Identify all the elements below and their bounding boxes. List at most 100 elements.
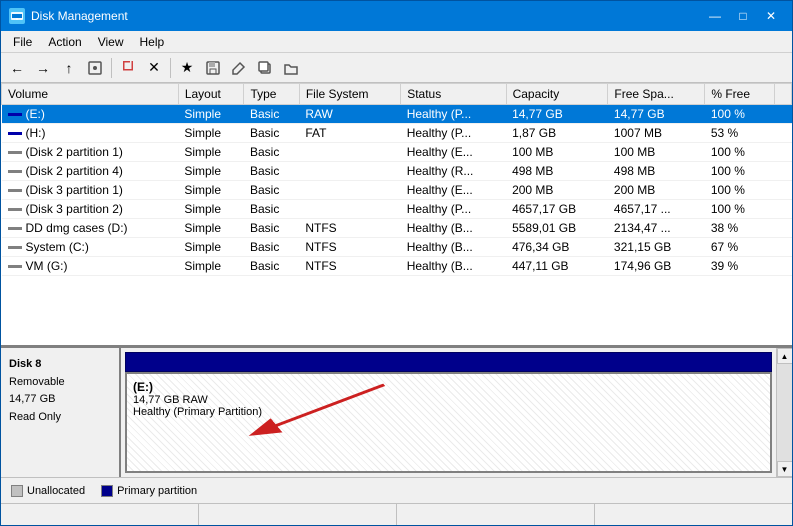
cell-fs: NTFS bbox=[299, 219, 400, 238]
cell-free: 2134,47 ... bbox=[608, 219, 705, 238]
legend-bar: Unallocated Primary partition bbox=[1, 477, 792, 503]
disk-view: Disk 8 Removable 14,77 GB Read Only (E:)… bbox=[1, 348, 792, 477]
app-icon bbox=[9, 8, 25, 24]
close-button[interactable]: ✕ bbox=[758, 6, 784, 26]
col-fs: File System bbox=[299, 84, 400, 105]
col-type: Type bbox=[244, 84, 299, 105]
legend-unallocated-label: Unallocated bbox=[27, 485, 85, 497]
table-row[interactable]: (Disk 2 partition 1) Simple Basic Health… bbox=[2, 143, 792, 162]
disk-attr: Read Only bbox=[9, 409, 111, 427]
table-row[interactable]: (Disk 3 partition 2) Simple Basic Health… bbox=[2, 200, 792, 219]
table-row[interactable]: (Disk 3 partition 1) Simple Basic Health… bbox=[2, 181, 792, 200]
cell-type: Basic bbox=[244, 162, 299, 181]
cell-pct: 67 % bbox=[705, 238, 774, 257]
partition-label: (E:) bbox=[133, 380, 764, 394]
table-row[interactable]: (Disk 2 partition 4) Simple Basic Health… bbox=[2, 162, 792, 181]
cell-fs bbox=[299, 143, 400, 162]
disk-type: Removable bbox=[9, 374, 111, 392]
cell-free: 200 MB bbox=[608, 181, 705, 200]
cell-extra bbox=[774, 143, 791, 162]
legend-primary: Primary partition bbox=[101, 485, 197, 497]
scrollbar[interactable]: ▲ ▼ bbox=[776, 348, 792, 477]
table-row[interactable]: VM (G:) Simple Basic NTFS Healthy (B... … bbox=[2, 257, 792, 276]
toolbar: ← → ↑ ✕ ★ bbox=[1, 53, 792, 83]
cell-layout: Simple bbox=[178, 219, 244, 238]
legend-unallocated-box bbox=[11, 485, 23, 497]
cell-capacity: 1,87 GB bbox=[506, 124, 608, 143]
window-controls: — □ ✕ bbox=[702, 6, 784, 26]
toolbar-save[interactable] bbox=[201, 56, 225, 80]
legend-primary-label: Primary partition bbox=[117, 485, 197, 497]
toolbar-edit[interactable] bbox=[227, 56, 251, 80]
disk-name: Disk 8 bbox=[9, 356, 111, 374]
scroll-up[interactable]: ▲ bbox=[777, 348, 793, 364]
cell-layout: Simple bbox=[178, 105, 244, 124]
status-cell-3 bbox=[397, 504, 595, 525]
status-bar bbox=[1, 503, 792, 525]
cell-extra bbox=[774, 124, 791, 143]
partition-status: Healthy (Primary Partition) bbox=[133, 406, 764, 418]
disk-label: Disk 8 Removable 14,77 GB Read Only bbox=[1, 348, 121, 477]
cell-status: Healthy (E... bbox=[401, 143, 506, 162]
cell-fs bbox=[299, 181, 400, 200]
minimize-button[interactable]: — bbox=[702, 6, 728, 26]
partition-bar bbox=[125, 352, 772, 372]
cell-pct: 53 % bbox=[705, 124, 774, 143]
partition-body[interactable]: (E:) 14,77 GB RAW Healthy (Primary Parti… bbox=[125, 372, 772, 473]
toolbar-back[interactable]: ← bbox=[5, 56, 29, 80]
scroll-track[interactable] bbox=[777, 364, 793, 461]
cell-free: 321,15 GB bbox=[608, 238, 705, 257]
toolbar-properties[interactable] bbox=[83, 56, 107, 80]
cell-extra bbox=[774, 162, 791, 181]
table-row[interactable]: DD dmg cases (D:) Simple Basic NTFS Heal… bbox=[2, 219, 792, 238]
toolbar-forward[interactable]: → bbox=[31, 56, 55, 80]
cell-extra bbox=[774, 181, 791, 200]
toolbar-separator-2 bbox=[170, 58, 171, 78]
toolbar-copy[interactable] bbox=[253, 56, 277, 80]
partition-hatched: (E:) 14,77 GB RAW Healthy (Primary Parti… bbox=[127, 374, 770, 471]
cell-extra bbox=[774, 238, 791, 257]
cell-type: Basic bbox=[244, 219, 299, 238]
legend-unallocated: Unallocated bbox=[11, 485, 85, 497]
cell-layout: Simple bbox=[178, 181, 244, 200]
partition-info: 14,77 GB RAW bbox=[133, 394, 764, 406]
toolbar-star[interactable]: ★ bbox=[175, 56, 199, 80]
menu-help[interactable]: Help bbox=[132, 33, 173, 51]
table-row[interactable]: (E:) Simple Basic RAW Healthy (P... 14,7… bbox=[2, 105, 792, 124]
cell-free: 14,77 GB bbox=[608, 105, 705, 124]
maximize-button[interactable]: □ bbox=[730, 6, 756, 26]
cell-layout: Simple bbox=[178, 162, 244, 181]
toolbar-open[interactable] bbox=[279, 56, 303, 80]
cell-type: Basic bbox=[244, 238, 299, 257]
title-bar: Disk Management — □ ✕ bbox=[1, 1, 792, 31]
status-cell-2 bbox=[199, 504, 397, 525]
table-row[interactable]: (H:) Simple Basic FAT Healthy (P... 1,87… bbox=[2, 124, 792, 143]
cell-type: Basic bbox=[244, 143, 299, 162]
cell-layout: Simple bbox=[178, 124, 244, 143]
col-free: Free Spa... bbox=[608, 84, 705, 105]
cell-pct: 100 % bbox=[705, 105, 774, 124]
status-cell-4 bbox=[595, 504, 792, 525]
cell-layout: Simple bbox=[178, 238, 244, 257]
toolbar-new[interactable] bbox=[116, 56, 140, 80]
scroll-down[interactable]: ▼ bbox=[777, 461, 793, 477]
cell-volume: DD dmg cases (D:) bbox=[2, 219, 179, 238]
menu-file[interactable]: File bbox=[5, 33, 40, 51]
cell-free: 4657,17 ... bbox=[608, 200, 705, 219]
table-row[interactable]: System (C:) Simple Basic NTFS Healthy (B… bbox=[2, 238, 792, 257]
col-extra bbox=[774, 84, 791, 105]
menu-view[interactable]: View bbox=[90, 33, 132, 51]
disk-table-panel[interactable]: Volume Layout Type File System Status Ca… bbox=[1, 83, 792, 348]
col-capacity: Capacity bbox=[506, 84, 608, 105]
cell-extra bbox=[774, 200, 791, 219]
cell-capacity: 498 MB bbox=[506, 162, 608, 181]
toolbar-up[interactable]: ↑ bbox=[57, 56, 81, 80]
menu-action[interactable]: Action bbox=[40, 33, 89, 51]
cell-pct: 38 % bbox=[705, 219, 774, 238]
cell-capacity: 5589,01 GB bbox=[506, 219, 608, 238]
cell-free: 498 MB bbox=[608, 162, 705, 181]
toolbar-delete[interactable]: ✕ bbox=[142, 56, 166, 80]
window-title: Disk Management bbox=[31, 9, 128, 23]
cell-volume: (H:) bbox=[2, 124, 179, 143]
cell-pct: 100 % bbox=[705, 181, 774, 200]
